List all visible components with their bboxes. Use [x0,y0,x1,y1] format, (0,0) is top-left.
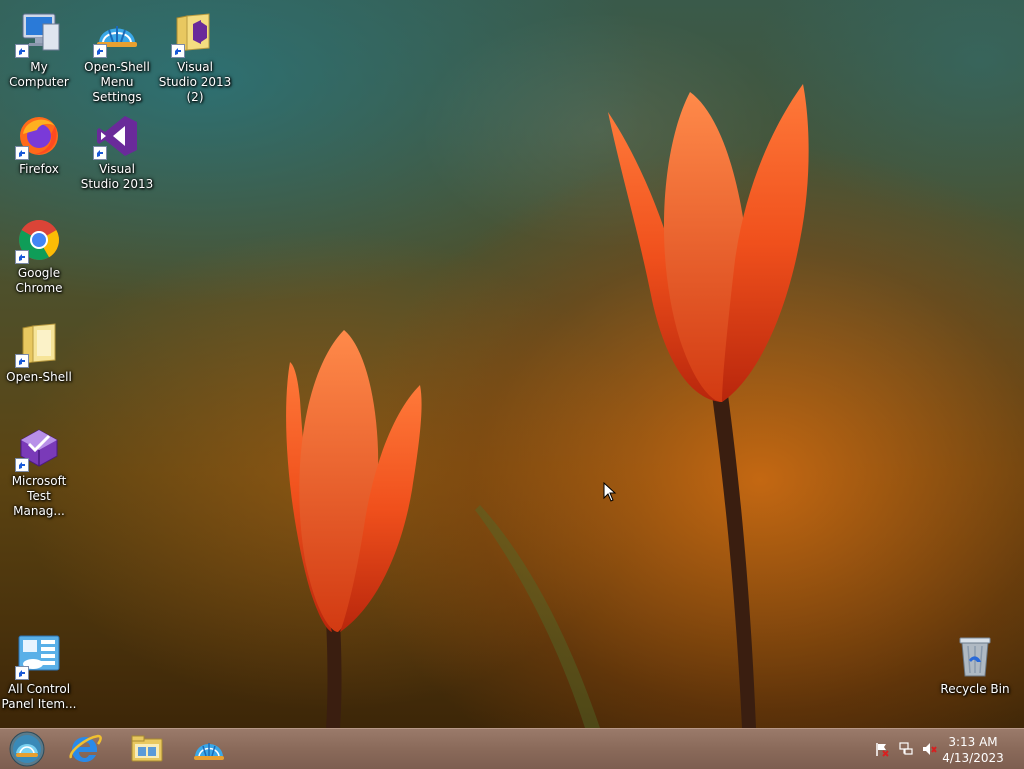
desktop-icon-label: My Computer [9,60,69,89]
mouse-cursor-icon [603,482,617,502]
start-orb-icon [9,731,45,767]
desktop-icon-all-control-panel-items[interactable]: All Control Panel Item... [1,632,77,712]
taskbar: 3:13 AM 4/13/2023 [0,728,1024,769]
desktop-icon-label: Open-Shell Menu Settings [84,60,150,104]
desktop-icon-firefox[interactable]: Firefox [1,112,77,177]
clock-time: 3:13 AM [948,735,998,749]
taskbar-internet-explorer[interactable] [61,731,109,767]
desktop-icon-my-computer[interactable]: My Computer [1,10,77,90]
desktop-icon-label: Firefox [19,162,59,176]
internet-explorer-icon [69,734,102,762]
recycle-bin-icon [959,637,991,677]
desktop-icon-label: Recycle Bin [940,682,1010,696]
desktop[interactable]: My Computer Open-Shell Menu Settings Vis… [0,0,1024,728]
file-explorer-icon [131,735,163,762]
desktop-icon-recycle-bin[interactable]: Recycle Bin [937,632,1013,697]
wallpaper-tulips [286,84,809,728]
action-center-flag-icon[interactable] [874,741,890,757]
desktop-icon-label: Google Chrome [15,266,63,295]
start-button[interactable] [3,731,51,767]
taskbar-open-shell[interactable] [185,731,233,767]
clock-date: 4/13/2023 [942,751,1004,765]
desktop-icon-visual-studio-2013[interactable]: Visual Studio 2013 [79,112,155,192]
desktop-icon-label: Open-Shell [6,370,72,384]
open-shell-shell-icon [194,743,224,760]
desktop-icon-label: All Control Panel Item... [1,682,77,711]
desktop-icon-open-shell[interactable]: Open-Shell [1,320,77,385]
taskbar-clock[interactable]: 3:13 AM 4/13/2023 [938,734,1008,766]
desktop-icon-google-chrome[interactable]: Google Chrome [1,216,77,296]
volume-muted-icon[interactable] [922,741,938,757]
desktop-icon-open-shell-menu-settings[interactable]: Open-Shell Menu Settings [79,10,155,105]
desktop-icon-label: Visual Studio 2013 [80,162,154,191]
network-icon[interactable] [898,741,914,757]
desktop-icon-visual-studio-2013-2[interactable]: Visual Studio 2013 (2) [157,10,233,105]
desktop-icon-label: Microsoft Test Manag... [11,474,67,518]
desktop-icon-label: Visual Studio 2013 (2) [158,60,232,104]
desktop-icon-microsoft-test-manager[interactable]: Microsoft Test Manag... [1,424,77,519]
taskbar-file-explorer[interactable] [123,731,171,767]
